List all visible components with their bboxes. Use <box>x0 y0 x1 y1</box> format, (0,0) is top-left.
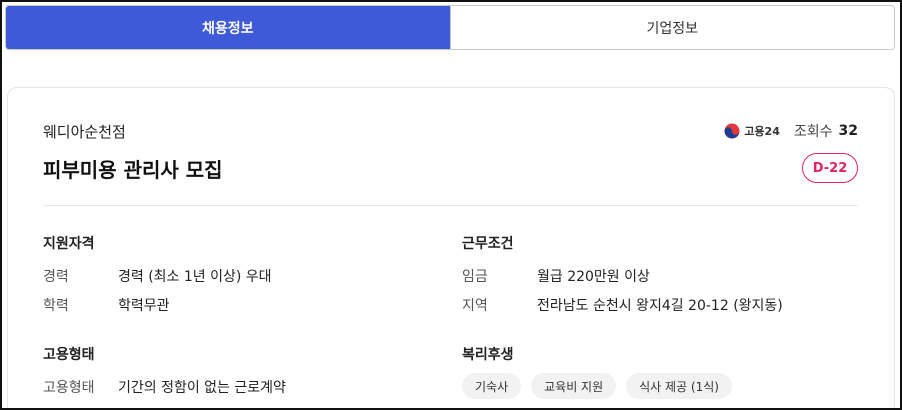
career-row: 경력 경력 (최소 1년 이상) 우대 <box>43 266 272 286</box>
benefit-chip: 교육비 지원 <box>531 373 617 399</box>
goyong-emblem-icon <box>724 123 740 139</box>
views-count: 32 <box>838 123 858 139</box>
education-value: 학력무관 <box>118 298 170 314</box>
employment-heading: 고용형태 <box>43 347 95 363</box>
qualifications-heading: 지원자격 <box>43 236 95 252</box>
career-label: 경력 <box>43 269 69 285</box>
posting-meta: 고용24 조회수 32 <box>724 121 858 141</box>
wage-label: 임금 <box>462 269 488 285</box>
posting-title: 피부미용 관리사 모집 <box>43 158 223 182</box>
tab-job-info[interactable]: 채용정보 <box>6 6 450 49</box>
education-label: 학력 <box>43 298 69 314</box>
source-logo-text: 고용24 <box>744 125 780 138</box>
detail-tabs: 채용정보 기업정보 <box>5 5 895 50</box>
employment-type-row: 고용형태 기간의 정함이 없는 근로계약 <box>43 377 286 397</box>
header-divider <box>43 205 858 206</box>
region-row: 지역 전라남도 순천시 왕지4길 20-12 (왕지동) <box>462 295 783 315</box>
job-posting-card: 웨디아순천점 피부미용 관리사 모집 고용24 조회수 32 D-22 지원자격… <box>7 87 895 410</box>
employment-type-label: 고용형태 <box>43 380 95 396</box>
region-label: 지역 <box>462 298 488 314</box>
source-logo: 고용24 <box>724 123 780 139</box>
education-row: 학력 학력무관 <box>43 295 170 315</box>
wage-value: 월급 220만원 이상 <box>537 269 650 285</box>
wage-row: 임금 월급 220만원 이상 <box>462 266 650 286</box>
benefits-heading: 복리후생 <box>462 347 514 363</box>
benefit-chip: 식사 제공 (1식) <box>626 373 732 399</box>
dday-badge: D-22 <box>802 153 858 183</box>
region-value: 전라남도 순천시 왕지4길 20-12 (왕지동) <box>537 298 783 314</box>
employment-type-value: 기간의 정함이 없는 근로계약 <box>118 380 286 396</box>
career-value: 경력 (최소 1년 이상) 우대 <box>118 269 272 285</box>
benefit-chip: 기숙사 <box>462 373 522 399</box>
company-name: 웨디아순천점 <box>43 123 126 141</box>
benefits-list: 기숙사 교육비 지원 식사 제공 (1식) <box>462 373 732 399</box>
conditions-heading: 근무조건 <box>462 236 514 252</box>
views-label: 조회수 <box>793 124 833 140</box>
tab-company-info[interactable]: 기업정보 <box>449 6 894 49</box>
